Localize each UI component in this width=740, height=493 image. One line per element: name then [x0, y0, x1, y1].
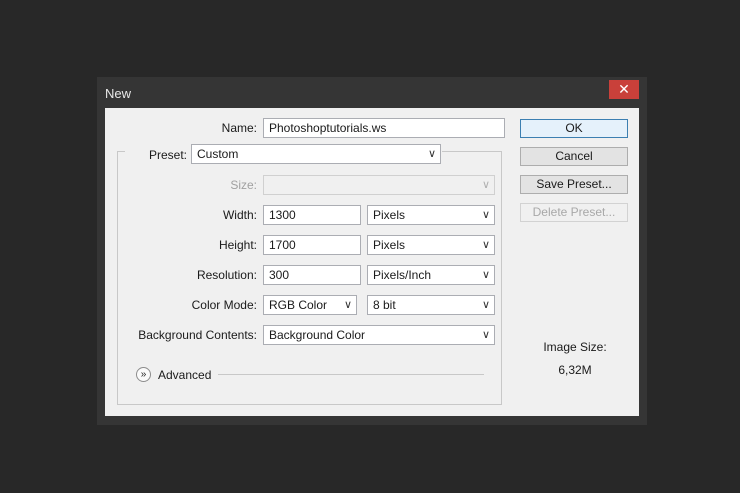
background-contents-value: Background Color — [269, 328, 366, 342]
background-contents-select[interactable]: Background Color ∨ — [263, 325, 495, 345]
resolution-value: 300 — [269, 268, 290, 282]
advanced-expand-icon[interactable]: » — [136, 367, 151, 382]
image-size-label: Image Size: — [543, 340, 607, 354]
groupbox-top-border-right — [442, 151, 502, 152]
background-contents-label: Background Contents: — [138, 328, 257, 342]
width-value: 1300 — [269, 208, 296, 222]
color-mode-value: RGB Color — [269, 298, 328, 312]
resolution-label: Resolution: — [196, 268, 257, 282]
delete-preset-button: Delete Preset... — [520, 203, 628, 222]
preset-select[interactable]: Custom ∨ — [191, 144, 441, 164]
advanced-label[interactable]: Advanced — [158, 368, 211, 382]
groupbox-top-border-left — [117, 151, 125, 152]
name-value: Photoshoptutorials.ws — [269, 121, 387, 135]
width-unit-value: Pixels — [373, 208, 406, 222]
dialog-body: Name: Photoshoptutorials.ws Preset: Cust… — [105, 108, 639, 416]
close-icon: ✕ — [618, 81, 630, 97]
preset-value: Custom — [197, 147, 239, 161]
chevron-down-icon: ∨ — [343, 299, 352, 311]
width-input[interactable]: 1300 — [263, 205, 361, 225]
close-button[interactable]: ✕ — [609, 80, 639, 99]
cancel-button[interactable]: Cancel — [520, 147, 628, 166]
groupbox-bottom-border — [117, 404, 502, 405]
chevron-down-icon: ∨ — [481, 329, 490, 341]
height-label: Height: — [218, 238, 257, 252]
height-unit-value: Pixels — [373, 238, 406, 252]
ok-button[interactable]: OK — [520, 119, 628, 138]
bit-depth-value: 8 bit — [373, 298, 396, 312]
name-label: Name: — [221, 121, 257, 135]
chevron-down-icon: ∨ — [481, 269, 490, 281]
width-unit-select[interactable]: Pixels ∨ — [367, 205, 495, 225]
preset-label: Preset: — [148, 148, 187, 162]
chevron-down-icon: ∨ — [427, 148, 436, 160]
chevron-down-icon: ∨ — [481, 209, 490, 221]
advanced-separator — [218, 374, 484, 375]
resolution-unit-value: Pixels/Inch — [373, 268, 432, 282]
groupbox-left-border — [117, 151, 118, 404]
dialog-title: New — [105, 86, 132, 101]
name-input[interactable]: Photoshoptutorials.ws — [263, 118, 505, 138]
resolution-input[interactable]: 300 — [263, 265, 361, 285]
height-unit-select[interactable]: Pixels ∨ — [367, 235, 495, 255]
groupbox-right-border — [501, 151, 502, 405]
height-value: 1700 — [269, 238, 296, 252]
chevron-down-icon: ∨ — [481, 179, 490, 191]
size-label: Size: — [230, 178, 257, 192]
chevron-down-icon: ∨ — [481, 299, 490, 311]
resolution-unit-select[interactable]: Pixels/Inch ∨ — [367, 265, 495, 285]
size-select[interactable]: ∨ — [263, 175, 495, 195]
bit-depth-select[interactable]: 8 bit ∨ — [367, 295, 495, 315]
color-mode-label: Color Mode: — [191, 298, 257, 312]
chevron-down-icon: ∨ — [481, 239, 490, 251]
width-label: Width: — [222, 208, 257, 222]
color-mode-select[interactable]: RGB Color ∨ — [263, 295, 357, 315]
image-size-value: 6,32M — [558, 363, 592, 377]
new-document-dialog: New ✕ Name: Photoshoptutorials.ws Preset… — [97, 77, 647, 425]
height-input[interactable]: 1700 — [263, 235, 361, 255]
save-preset-button[interactable]: Save Preset... — [520, 175, 628, 194]
title-bar[interactable]: New ✕ — [97, 77, 647, 108]
